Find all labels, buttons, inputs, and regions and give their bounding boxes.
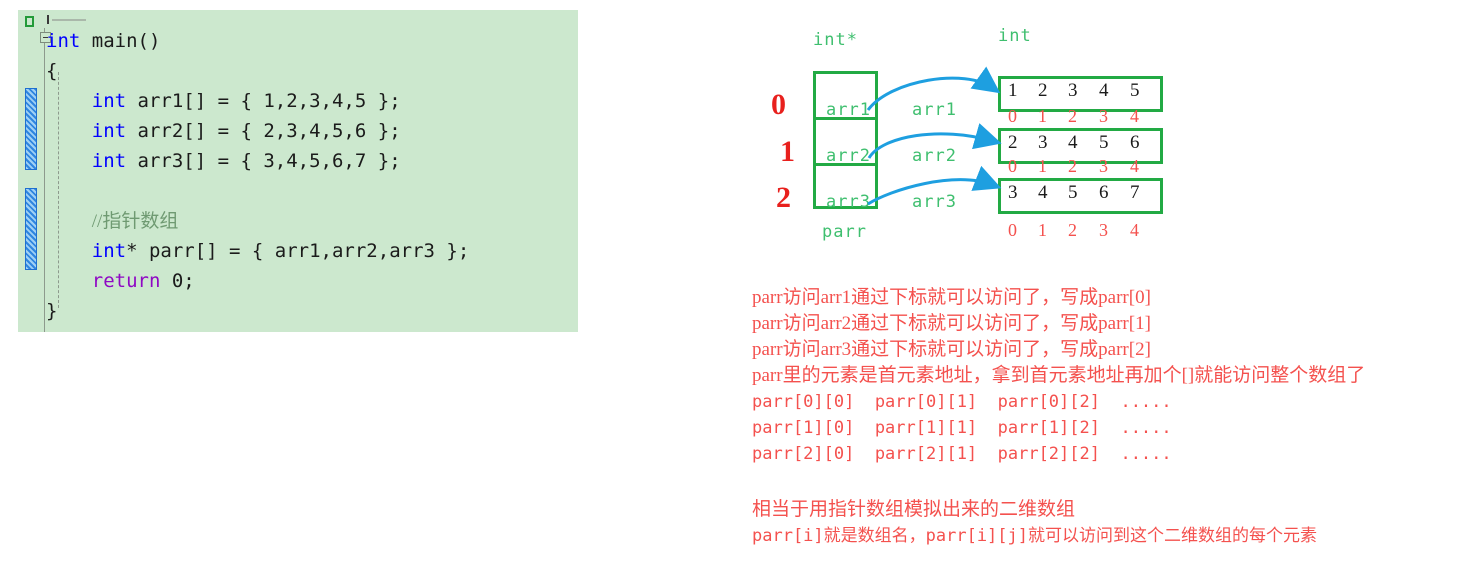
code-editor-pane[interactable]: int main(){ int arr1[] = { 1,2,3,4,5 }; … [18,10,578,332]
code-token: * parr[] = { arr1,arr2,arr3 }; [126,240,470,262]
code-line: } [46,296,469,326]
code-line: int arr1[] = { 1,2,3,4,5 }; [46,86,469,116]
code-token: int [91,240,127,262]
change-bar-icon [25,88,37,170]
code-text[interactable]: int main(){ int arr1[] = { 1,2,3,4,5 }; … [46,26,469,326]
gutter-top-rule [52,19,86,21]
pointer-array-diagram: int* int arr1 arr2 arr3 parr 0 1 2 arr1 … [740,18,1210,263]
note-line: parr访问arr2通过下标就可以访问了，写成parr[1] [752,313,1151,334]
note-line: parr[2][0] parr[2][1] parr[2][2] ..... [752,444,1172,464]
code-token: arr1[] = { 1,2,3,4,5 }; [126,90,401,112]
code-token: } [46,300,58,322]
note-line: 相当于用指针数组模拟出来的二维数组 [752,499,1076,520]
code-token: int [46,30,81,52]
code-line: int arr3[] = { 3,4,5,6,7 }; [46,146,469,176]
arrow-parr2-to-arr3 [867,165,1002,206]
change-bar-icon [25,188,37,270]
code-token: int [91,120,127,142]
code-token: int [91,150,127,172]
pointer-arrows [866,66,1002,206]
note-line: parr访问arr1通过下标就可以访问了，写成parr[0] [752,287,1151,308]
code-line: //指针数组 [46,206,469,236]
code-token: { [46,60,58,82]
code-line: int main() [46,26,469,56]
note-line: parr[1][0] parr[1][1] parr[1][2] ..... [752,418,1172,438]
gutter-tick-icon [47,15,49,24]
code-line: int arr2[] = { 2,3,4,5,6 }; [46,116,469,146]
code-line: int* parr[] = { arr1,arr2,arr3 }; [46,236,470,266]
arrow-parr1-to-arr2 [867,123,1002,159]
code-token: main() [80,30,161,52]
code-line: { [46,56,469,86]
notes-block-primary: parr访问arr1通过下标就可以访问了，写成parr[0] parr访问arr2… [752,285,1365,467]
code-token: int [91,90,127,112]
note-line: parr里的元素是首元素地址，拿到首元素地址再加个[]就能访问整个数组了 [752,365,1366,386]
code-line: return 0; [46,266,469,296]
code-token: arr2[] = { 2,3,4,5,6 }; [126,120,401,142]
note-line: parr访问arr3通过下标就可以访问了，写成parr[2] [752,339,1151,360]
notes-block-secondary: 相当于用指针数组模拟出来的二维数组 parr[i]就是数组名，parr[i][j]… [752,497,1317,549]
note-line: parr[0][0] parr[0][1] parr[0][2] ..... [752,392,1172,412]
code-token: arr3[] = { 3,4,5,6,7 }; [126,150,401,172]
code-token: 0; [160,270,195,292]
code-token: //指针数组 [91,211,179,232]
note-line: parr[i]就是数组名，parr[i][j]就可以访问到这个二维数组的每个元素 [752,526,1317,546]
code-token: return [91,270,161,292]
bookmark-square-icon[interactable] [25,16,34,27]
arrow-parr0-to-arr1 [866,66,1001,111]
gutter-vertical-rule [44,28,45,332]
